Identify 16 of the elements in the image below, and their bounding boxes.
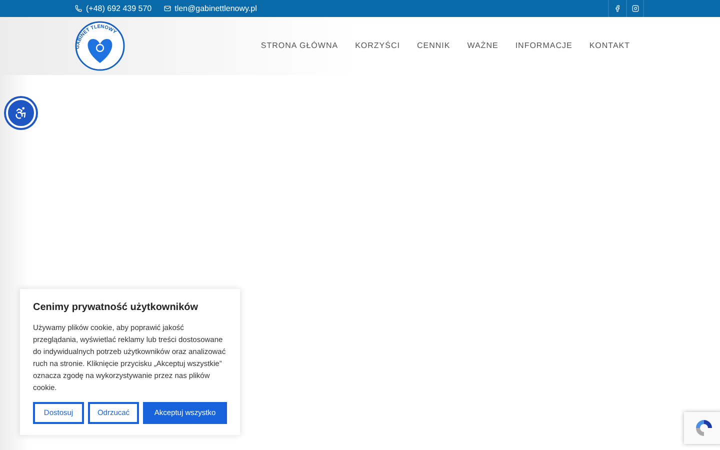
mail-icon xyxy=(164,5,171,12)
accessibility-button[interactable] xyxy=(6,98,36,128)
instagram-icon xyxy=(632,5,638,12)
nav-link[interactable]: KONTAKT xyxy=(589,40,630,52)
nav-link[interactable]: STRONA GŁÓWNA xyxy=(260,40,338,52)
recaptcha-icon xyxy=(694,418,714,438)
nav-link[interactable]: KORZYŚCI xyxy=(355,40,400,52)
nav-link[interactable]: INFORMACJE xyxy=(515,40,572,52)
cookie-title: Cenimy prywatność użytkowników xyxy=(33,301,200,315)
phone-link[interactable]: (+48) 692 439 570 xyxy=(75,2,152,14)
nav-link[interactable]: WAŻNE xyxy=(467,40,498,52)
facebook-icon xyxy=(614,5,621,12)
email-link[interactable]: tlen@gabinettlenowy.pl xyxy=(164,2,257,14)
accessibility-icon xyxy=(14,106,28,120)
nav-link[interactable]: CENNIK xyxy=(416,40,450,52)
phone-icon xyxy=(75,5,82,12)
